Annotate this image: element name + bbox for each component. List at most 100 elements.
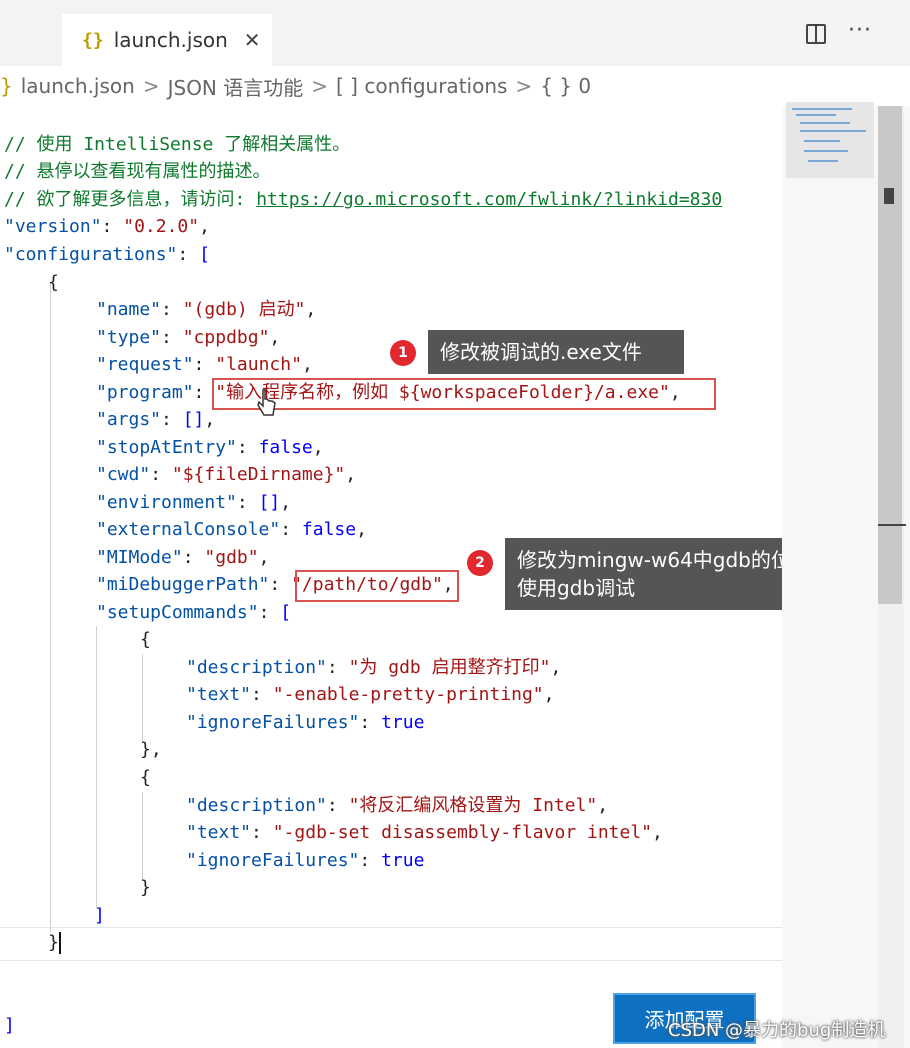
code-line: ] — [94, 902, 105, 929]
json-key: "stopAtEntry" — [96, 437, 237, 458]
json-key: "description" — [186, 795, 327, 816]
json-string: "gdb" — [204, 547, 259, 568]
minimap-line — [792, 108, 852, 110]
code-line: "name": "(gdb) 启动", — [96, 299, 317, 320]
minimap-line — [804, 140, 840, 142]
json-string: "cppdbg" — [182, 327, 270, 348]
scrollbar-marker — [884, 188, 894, 204]
json-key: "cwd" — [96, 464, 151, 485]
json-key: "version" — [4, 216, 102, 237]
brace: { — [48, 272, 59, 293]
split-editor-icon[interactable] — [806, 24, 826, 44]
json-string: "-enable-pretty-printing" — [272, 684, 544, 705]
json-key: "name" — [96, 299, 162, 320]
brace: }, — [140, 739, 162, 760]
json-key: "MIMode" — [96, 547, 183, 568]
tab-launch-json[interactable]: {} launch.json ✕ — [62, 14, 272, 66]
tab-label: launch.json — [113, 28, 228, 52]
code-line: "configurations": [ — [4, 244, 210, 265]
scrollbar-thumb[interactable] — [878, 106, 902, 604]
breadcrumb-separator: > — [311, 74, 329, 98]
code-line: "setupCommands": [ — [96, 602, 292, 623]
code-line: } — [140, 874, 151, 901]
json-file-icon: {} — [82, 29, 104, 51]
code-line: "ignoreFailures": true — [186, 850, 425, 871]
code-line: // 欲了解更多信息，请访问: https://go.microsoft.com… — [4, 186, 722, 213]
json-string: "为 gdb 启用整齐打印" — [348, 657, 551, 678]
current-line-highlight — [0, 927, 782, 961]
minimap-line — [800, 122, 850, 124]
breadcrumb-item[interactable]: { } 0 — [540, 74, 591, 98]
code-line: "request": "launch", — [96, 354, 313, 375]
bracket: [ — [199, 244, 210, 265]
json-boolean: true — [381, 850, 425, 871]
scrollbar-cursor-marker — [878, 524, 906, 526]
json-string: "将反汇编风格设置为 Intel" — [348, 795, 598, 816]
json-key: "request" — [96, 354, 194, 375]
json-boolean: false — [258, 437, 313, 458]
tab-bar: {} launch.json ✕ — [0, 0, 910, 66]
bracket: ] — [4, 1015, 15, 1036]
annotation-marker-1: 1 — [390, 340, 416, 366]
indent-guide — [96, 626, 97, 908]
json-string: "launch" — [215, 354, 302, 375]
docs-link[interactable]: https://go.microsoft.com/fwlink/?linkid=… — [256, 189, 722, 210]
json-boolean: false — [301, 519, 357, 540]
json-key: "externalConsole" — [96, 519, 281, 540]
minimap-line — [808, 160, 838, 162]
json-array: [] — [182, 409, 205, 430]
json-string: "0.2.0" — [123, 216, 200, 237]
minimap-line — [796, 114, 836, 116]
json-key: "type" — [96, 327, 162, 348]
breadcrumb-separator: > — [515, 74, 533, 98]
code-line: "ignoreFailures": true — [186, 712, 425, 733]
json-key: "text" — [186, 822, 252, 843]
breadcrumb-item[interactable]: JSON 语言功能 — [168, 72, 304, 101]
json-key: "program" — [96, 382, 194, 403]
annotation-text: 修改被调试的.exe文件 — [440, 340, 642, 364]
json-key: "ignoreFailures" — [186, 850, 360, 871]
json-array: [] — [258, 492, 281, 513]
json-file-icon: } — [0, 74, 13, 98]
indent-guide — [142, 792, 143, 880]
indent-guide — [142, 654, 143, 742]
json-key: "setupCommands" — [96, 602, 259, 623]
hand-cursor-icon — [257, 389, 276, 416]
json-string: "(gdb) 启动" — [182, 299, 306, 320]
minimap-line — [804, 150, 848, 152]
comment: // 悬停以查看现有属性的描述。 — [4, 161, 271, 182]
code-line: "text": "-gdb-set disassembly-flavor int… — [186, 822, 663, 843]
json-key: "environment" — [96, 492, 237, 513]
json-boolean: true — [381, 712, 425, 733]
program-highlight-box — [212, 378, 716, 410]
comment: // 使用 IntelliSense 了解相关属性。 — [4, 134, 351, 155]
minimap[interactable] — [782, 106, 878, 1048]
breadcrumb-separator: > — [142, 74, 160, 98]
json-key: "args" — [96, 409, 162, 430]
code-line: "args": [], — [96, 409, 216, 430]
json-key: "text" — [186, 684, 252, 705]
code-line: "description": "将反汇编风格设置为 Intel", — [186, 795, 609, 816]
code-line: // 悬停以查看现有属性的描述。 — [4, 158, 271, 185]
brace: { — [140, 767, 151, 788]
code-line: "environment": [], — [96, 492, 292, 513]
code-line: { — [140, 764, 151, 791]
breadcrumb-item[interactable]: [ ] configurations — [336, 74, 507, 98]
json-key: "ignoreFailures" — [186, 712, 360, 733]
code-line: "MIMode": "gdb", — [96, 547, 270, 568]
debugger-path-highlight-box — [295, 570, 459, 602]
code-line: "version": "0.2.0", — [4, 216, 210, 237]
comment: // 欲了解更多信息，请访问: — [4, 189, 257, 210]
breadcrumb-item[interactable]: launch.json — [21, 74, 135, 98]
json-key: "configurations" — [4, 244, 178, 265]
json-key: "miDebuggerPath" — [96, 574, 270, 595]
annotation-marker-2: 2 — [467, 550, 493, 576]
more-actions-icon[interactable]: ··· — [848, 18, 872, 43]
close-icon[interactable]: ✕ — [244, 28, 261, 52]
brace: { — [140, 629, 151, 650]
code-line: "cwd": "${fileDirname}", — [96, 464, 357, 485]
code-line: "text": "-enable-pretty-printing", — [186, 684, 555, 705]
code-line: "type": "cppdbg", — [96, 327, 281, 348]
breadcrumb: } launch.json > JSON 语言功能 > [ ] configur… — [0, 66, 910, 106]
code-line: }, — [140, 736, 162, 763]
